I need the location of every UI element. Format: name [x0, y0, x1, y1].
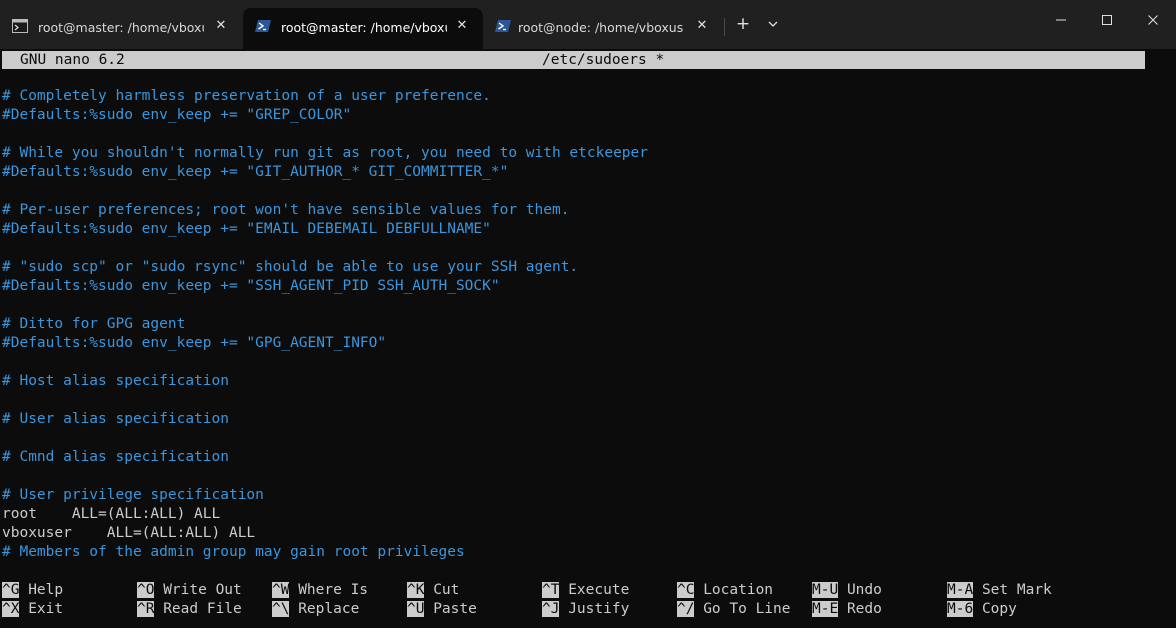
tab-title: root@master: /home/vboxuser [38, 20, 204, 35]
buffer-line: # While you shouldn't normally run git a… [2, 145, 649, 161]
buffer-line: # "sudo scp" or "sudo rsync" should be a… [2, 259, 579, 275]
shortcut-go-to-line[interactable]: ^/ Go To Line [677, 600, 791, 619]
shortcut-help[interactable]: ^G Help [2, 581, 63, 600]
shortcut-key: ^O [137, 582, 155, 598]
shortcut-label: Help [28, 582, 64, 598]
chevron-down-icon[interactable] [764, 14, 782, 34]
buffer-line: #Defaults:%sudo env_keep += "EMAIL DEBEM… [2, 221, 491, 237]
shortcut-label: Justify [568, 601, 630, 617]
shortcut-label: Set Mark [981, 582, 1052, 598]
shortcut-key: ^X [2, 601, 20, 617]
shortcut-key: ^T [542, 582, 560, 598]
tab-title: root@master: /home/vboxuser [281, 20, 447, 35]
buffer-line: # User privilege specification [2, 487, 264, 503]
tab-separator [724, 18, 725, 36]
shortcut-execute[interactable]: ^T Execute [542, 581, 629, 600]
shortcut-key: ^R [137, 601, 155, 617]
buffer-line: # Ditto for GPG agent [2, 316, 186, 332]
close-icon [1148, 15, 1158, 25]
maximize-icon [1102, 15, 1112, 25]
shortcut-label: Undo [846, 582, 882, 598]
shortcut-replace[interactable]: ^\ Replace [272, 600, 359, 619]
shortcut-label: Where Is [298, 582, 369, 598]
maximize-button[interactable] [1084, 4, 1130, 36]
buffer-line: # Members of the admin group may gain ro… [2, 544, 465, 560]
shortcut-label: Copy [981, 601, 1017, 617]
shortcut-set-mark[interactable]: M-A Set Mark [947, 581, 1052, 600]
powershell-icon [495, 20, 511, 32]
shortcut-label: Location [703, 582, 774, 598]
shortcut-key: ^\ [272, 601, 290, 617]
shortcut-exit[interactable]: ^X Exit [2, 600, 63, 619]
shortcut-label: Read File [163, 601, 242, 617]
shortcut-key: ^C [677, 582, 695, 598]
buffer-line: # Cmnd alias specification [2, 449, 229, 465]
buffer-line: # Completely harmless preservation of a … [2, 88, 491, 104]
buffer-line: root ALL=(ALL:ALL) ALL [2, 506, 221, 522]
shortcut-write-out[interactable]: ^O Write Out [137, 581, 242, 600]
close-icon[interactable]: ✕ [693, 17, 711, 35]
shortcut-location[interactable]: ^C Location [677, 581, 773, 600]
tab-terminal-3[interactable]: root@node: /home/vboxuser ✕ [483, 8, 723, 49]
buffer-line: #Defaults:%sudo env_keep += "SSH_AGENT_P… [2, 278, 500, 294]
shortcut-label: Redo [846, 601, 882, 617]
tab-title: root@node: /home/vboxuser [518, 20, 684, 35]
minimize-button[interactable] [1038, 4, 1084, 36]
minimize-icon [1056, 19, 1066, 21]
shortcut-key: ^G [2, 582, 20, 598]
shortcut-justify[interactable]: ^J Justify [542, 600, 629, 619]
shortcut-key: ^/ [677, 601, 695, 617]
buffer-line: # User alias specification [2, 411, 229, 427]
nano-title-bar: GNU nano 6.2 /etc/sudoers * [2, 51, 1145, 69]
new-tab-button[interactable]: + [733, 14, 753, 34]
nano-version: GNU nano 6.2 [20, 52, 125, 68]
close-window-button[interactable] [1130, 4, 1176, 36]
buffer-line: #Defaults:%sudo env_keep += "GREP_COLOR" [2, 107, 352, 123]
terminal-icon [12, 19, 28, 33]
shortcut-label: Go To Line [703, 601, 791, 617]
shortcut-key: M-6 [947, 601, 974, 617]
shortcut-label: Paste [433, 601, 477, 617]
shortcut-read-file[interactable]: ^R Read File [137, 600, 242, 619]
terminal-pane[interactable]: GNU nano 6.2 /etc/sudoers * # Completely… [0, 49, 1176, 628]
shortcut-copy[interactable]: M-6 Copy [947, 600, 1017, 619]
title-bar: root@master: /home/vboxuser ✕ root@maste… [0, 0, 1176, 49]
buffer-line: vboxuser ALL=(ALL:ALL) ALL [2, 525, 256, 541]
shortcut-paste[interactable]: ^U Paste [407, 600, 477, 619]
tab-terminal-1[interactable]: root@master: /home/vboxuser ✕ [0, 8, 243, 49]
buffer-line: #Defaults:%sudo env_keep += "GIT_AUTHOR_… [2, 164, 509, 180]
buffer-line: # Host alias specification [2, 373, 229, 389]
shortcut-cut[interactable]: ^K Cut [407, 581, 459, 600]
shortcut-key: M-A [947, 582, 974, 598]
shortcut-undo[interactable]: M-U Undo [812, 581, 882, 600]
shortcut-where-is[interactable]: ^W Where Is [272, 581, 368, 600]
buffer-line: # Per-user preferences; root won't have … [2, 202, 570, 218]
shortcut-key: ^K [407, 582, 425, 598]
buffer-line: #Defaults:%sudo env_keep += "GPG_AGENT_I… [2, 335, 387, 351]
shortcut-label: Execute [568, 582, 630, 598]
shortcut-key: ^W [272, 582, 290, 598]
shortcut-label: Replace [298, 601, 360, 617]
shortcut-key: ^U [407, 601, 425, 617]
shortcut-redo[interactable]: M-E Redo [812, 600, 882, 619]
close-icon[interactable]: ✕ [453, 17, 471, 35]
close-icon[interactable]: ✕ [212, 17, 230, 35]
shortcut-label: Write Out [163, 582, 242, 598]
shortcut-label: Exit [28, 601, 64, 617]
shortcut-key: M-E [812, 601, 839, 617]
shortcut-label: Cut [433, 582, 460, 598]
shortcut-key: ^J [542, 601, 560, 617]
file-name: /etc/sudoers * [542, 52, 665, 68]
powershell-icon [255, 20, 271, 32]
tab-terminal-2[interactable]: root@master: /home/vboxuser ✕ [243, 8, 483, 49]
shortcut-key: M-U [812, 582, 839, 598]
